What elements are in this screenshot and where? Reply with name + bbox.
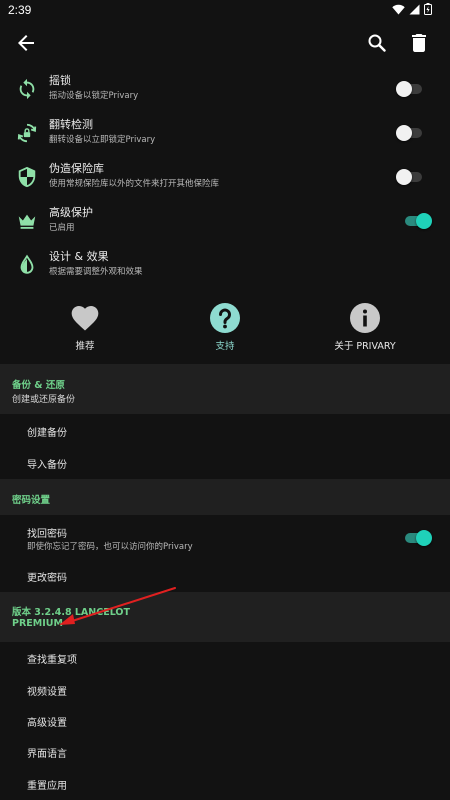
switch-thumb [396, 125, 412, 141]
status-bar: 2:39 [0, 0, 450, 20]
section-title: 备份 & 还原 [12, 380, 65, 391]
switch-thumb [396, 81, 412, 97]
password-section-header: 密码设置 [0, 479, 450, 515]
item-label: 更改密码 [27, 573, 67, 584]
backup-section-header: 备份 & 还原 创建或还原备份 [0, 364, 450, 414]
heart-icon [71, 306, 99, 331]
status-icons [392, 3, 432, 15]
flip-detect-switch[interactable] [396, 123, 424, 143]
item-subtitle: 即使你忘记了密码，也可以访问你的Privary [27, 542, 193, 552]
item-label: 找回密码 [27, 529, 67, 540]
battery-icon [424, 3, 432, 15]
shield-icon [18, 166, 36, 188]
rotate-lock-icon [17, 123, 37, 143]
interface-language-item[interactable]: 界面语言 [0, 737, 450, 767]
setting-row-shake-lock[interactable]: 摇锁 摇动设备以锁定Privary [0, 68, 450, 112]
setting-subtitle: 已启用 [49, 223, 75, 233]
recover-password-switch[interactable] [403, 528, 432, 548]
switch-thumb [396, 169, 412, 185]
status-time: 2:39 [8, 3, 32, 17]
version-section-header: 版本 3.2.4.8 LANCELOT PREMIUM [0, 592, 450, 642]
recommend-label: 推荐 [75, 341, 95, 352]
reset-app-item[interactable]: 重置应用 [0, 769, 450, 799]
video-settings-item[interactable]: 视频设置 [0, 675, 450, 705]
about-button[interactable]: 关于 PRIVARY [305, 300, 425, 356]
app-bar [0, 20, 450, 66]
setting-subtitle: 根据需要调整外观和效果 [49, 267, 143, 277]
change-password-item[interactable]: 更改密码 [0, 561, 450, 591]
recommend-button[interactable]: 推荐 [25, 300, 145, 356]
version-title-line1: 版本 3.2.4.8 LANCELOT [12, 607, 130, 618]
support-button[interactable]: 支持 [165, 300, 285, 356]
setting-subtitle: 摇动设备以锁定Privary [49, 91, 139, 101]
import-backup-item[interactable]: 导入备份 [0, 448, 450, 478]
switch-thumb [416, 530, 432, 546]
switch-thumb [416, 213, 432, 229]
advanced-settings-item[interactable]: 高级设置 [0, 706, 450, 736]
signal-icon [409, 4, 420, 14]
item-label: 视频设置 [27, 687, 67, 698]
action-buttons: 推荐 支持 关于 PRIVARY [0, 300, 450, 360]
setting-row-fake-vault[interactable]: 伪造保险库 使用常规保险库以外的文件来打开其他保险库 [0, 156, 450, 200]
setting-title: 伪造保险库 [49, 162, 104, 175]
setting-row-advanced-protection[interactable]: 高级保护 已启用 [0, 200, 450, 244]
setting-title: 翻转检测 [49, 118, 93, 131]
section-title: 密码设置 [12, 495, 51, 506]
crown-icon [18, 214, 36, 229]
create-backup-item[interactable]: 创建备份 [0, 416, 450, 446]
shake-lock-switch[interactable] [396, 79, 424, 99]
fake-vault-switch[interactable] [396, 167, 424, 187]
find-duplicates-item[interactable]: 查找重复项 [0, 643, 450, 673]
version-title-line2: PREMIUM [12, 618, 63, 629]
setting-row-design-effects[interactable]: 设计 & 效果 根据需要调整外观和效果 [0, 244, 450, 288]
wifi-icon [392, 4, 405, 14]
item-label: 高级设置 [27, 718, 67, 729]
drop-icon [20, 254, 34, 274]
info-icon [350, 303, 380, 333]
sync-icon [19, 78, 35, 100]
about-label: 关于 PRIVARY [334, 341, 396, 352]
recover-password-item[interactable]: 找回密码 即使你忘记了密码，也可以访问你的Privary [0, 518, 450, 558]
question-icon [210, 303, 240, 333]
advanced-protection-switch[interactable] [403, 211, 432, 231]
item-label: 查找重复项 [27, 655, 77, 666]
item-label: 界面语言 [27, 749, 67, 760]
search-icon[interactable] [365, 31, 389, 55]
item-label: 创建备份 [27, 428, 67, 439]
setting-row-flip-detect[interactable]: 翻转检测 翻转设备以立即锁定Privary [0, 112, 450, 156]
back-arrow-icon[interactable] [14, 31, 38, 55]
section-subtitle: 创建或还原备份 [12, 395, 76, 405]
setting-title: 高级保护 [49, 206, 93, 219]
item-label: 导入备份 [27, 460, 67, 471]
setting-subtitle: 翻转设备以立即锁定Privary [49, 135, 156, 145]
setting-title: 摇锁 [49, 74, 71, 87]
item-label: 重置应用 [27, 781, 67, 792]
trash-icon[interactable] [407, 31, 431, 55]
setting-title: 设计 & 效果 [49, 250, 109, 263]
support-label: 支持 [215, 341, 235, 352]
setting-subtitle: 使用常规保险库以外的文件来打开其他保险库 [49, 179, 220, 189]
